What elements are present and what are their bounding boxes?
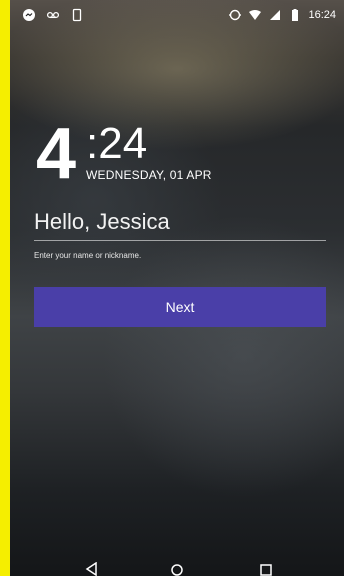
- navigation-bar: [10, 560, 344, 576]
- clock-date: WEDNESDAY, 01 APR: [86, 168, 212, 182]
- status-bar-system: 16:24: [228, 8, 336, 22]
- sync-icon: [229, 9, 242, 21]
- clock-hour: 4: [36, 114, 77, 194]
- signal-icon: [270, 10, 281, 20]
- phone-icon: [72, 8, 82, 22]
- clock-minutes: :24: [86, 119, 148, 168]
- status-bar: 16:24: [10, 0, 344, 30]
- messenger-icon: [23, 9, 35, 21]
- status-time: 16:24: [308, 9, 336, 21]
- name-helper-text: Enter your name or nickname.: [34, 251, 142, 260]
- status-bar-notifications: [22, 8, 84, 22]
- wifi-icon: [249, 10, 262, 20]
- battery-icon: [292, 9, 299, 21]
- recents-icon[interactable]: [258, 562, 274, 576]
- next-button[interactable]: Next: [34, 287, 326, 327]
- back-icon[interactable]: [84, 562, 100, 576]
- name-input[interactable]: [34, 204, 326, 241]
- voicemail-icon: [46, 11, 60, 19]
- device-frame: 16:24 4 :24 WEDNESDAY, 01 APR Enter your…: [0, 0, 344, 576]
- lock-screen: 16:24 4 :24 WEDNESDAY, 01 APR Enter your…: [10, 0, 344, 576]
- home-icon[interactable]: [169, 562, 185, 576]
